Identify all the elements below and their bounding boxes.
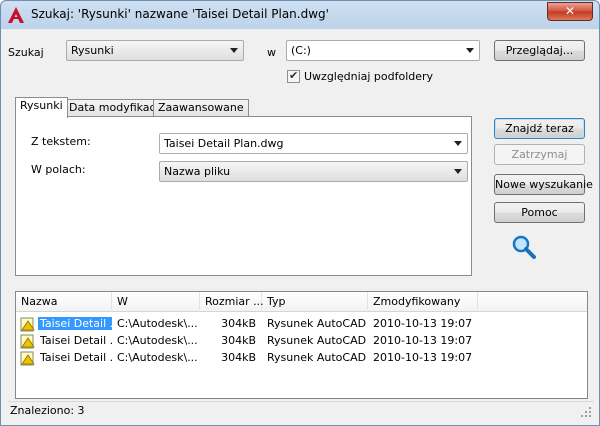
table-row[interactable]: Taisei Detail ... C:\Autodesk\... 304kB … [16, 333, 587, 350]
dwg-file-icon [20, 334, 35, 349]
stop-button[interactable]: Zatrzymaj [494, 144, 585, 165]
browse-button[interactable]: Przeglądaj... [494, 40, 585, 61]
window-title: Szukaj: 'Rysunki' nazwane 'Taisei Detail… [31, 7, 329, 21]
scope-value: Rysunki [71, 44, 114, 57]
results-list[interactable]: Nazwa W Rozmiar ... Typ Zmodyfikowany Ta… [15, 291, 588, 399]
column-header-folder[interactable]: W [112, 292, 200, 312]
result-type: Rysunek AutoCAD [267, 317, 367, 330]
tab-zaawansowane[interactable]: Zaawansowane [153, 99, 249, 117]
chevron-down-icon [230, 48, 238, 53]
subfolders-label: Uwzględniaj podfoldery [304, 70, 434, 83]
chevron-down-icon [466, 48, 474, 53]
dwg-file-icon [20, 317, 35, 332]
fields-value: Nazwa pliku [164, 165, 231, 178]
found-count: Znaleziono: 3 [10, 404, 85, 417]
result-name: Taisei Detail ... [38, 317, 112, 330]
result-modified: 2010-10-13 19:07 [373, 334, 473, 347]
result-type: Rysunek AutoCAD [267, 334, 367, 347]
column-header-name[interactable]: Nazwa [16, 292, 112, 312]
text-input[interactable]: Taisei Detail Plan.dwg [159, 133, 468, 154]
subfolders-checkbox[interactable]: ✔ [287, 69, 300, 83]
help-button[interactable]: Pomoc [494, 202, 585, 223]
result-size: 304kB [221, 351, 256, 364]
title-bar[interactable]: Szukaj: 'Rysunki' nazwane 'Taisei Detail… [1, 1, 599, 29]
table-row[interactable]: Taisei Detail ... C:\Autodesk\... 304kB … [16, 350, 587, 367]
tab-rysunki[interactable]: Rysunki [15, 97, 68, 118]
autocad-logo-icon [8, 7, 24, 23]
location-value: (C:) [291, 44, 311, 57]
new-search-button[interactable]: Nowe wyszukanie [494, 174, 593, 195]
result-folder: C:\Autodesk\... [117, 351, 198, 364]
result-folder: C:\Autodesk\... [117, 317, 198, 330]
resize-grip-icon[interactable] [580, 406, 592, 418]
result-type: Rysunek AutoCAD [267, 351, 367, 364]
dwg-file-icon [20, 351, 35, 366]
status-bar: Znaleziono: 3 [8, 401, 594, 419]
tab-data-modyfikacji[interactable]: Data modyfikacji [64, 99, 167, 117]
find-now-button[interactable]: Znajdź teraz [494, 118, 585, 139]
result-size: 304kB [221, 317, 256, 330]
location-dropdown[interactable]: (C:) [286, 40, 480, 61]
result-modified: 2010-10-13 19:07 [373, 317, 473, 330]
result-folder: C:\Autodesk\... [117, 334, 198, 347]
text-label: Z tekstem: [31, 135, 91, 148]
fields-dropdown[interactable]: Nazwa pliku [159, 161, 468, 182]
result-size: 304kB [221, 334, 256, 347]
find-dialog-window: Szukaj: 'Rysunki' nazwane 'Taisei Detail… [0, 0, 600, 426]
column-header-size[interactable]: Rozmiar ... [200, 292, 264, 312]
column-header-type[interactable]: Typ [262, 292, 368, 312]
result-name: Taisei Detail ... [40, 334, 112, 347]
column-header-modified[interactable]: Zmodyfikowany [368, 292, 478, 312]
chevron-down-icon [454, 169, 462, 174]
results-header: Nazwa W Rozmiar ... Typ Zmodyfikowany [16, 292, 587, 312]
scope-label: Szukaj [8, 46, 44, 59]
result-modified: 2010-10-13 19:07 [373, 351, 473, 364]
location-label: w [267, 46, 276, 59]
fields-label: W polach: [31, 163, 86, 176]
tab-panel-rysunki: Z tekstem: Taisei Detail Plan.dwg W pola… [15, 116, 472, 276]
table-row[interactable]: Taisei Detail ... C:\Autodesk\... 304kB … [16, 316, 587, 333]
result-name: Taisei Detail ... [40, 351, 112, 364]
text-value: Taisei Detail Plan.dwg [164, 137, 284, 150]
chevron-down-icon [454, 141, 462, 146]
magnifier-icon [512, 235, 536, 259]
scope-dropdown[interactable]: Rysunki [66, 40, 244, 61]
dialog-body: Szukaj Rysunki w (C:) Przeglądaj... ✔ Uw… [8, 29, 594, 419]
close-button[interactable]: ✕ [547, 2, 593, 21]
checkmark-icon: ✔ [289, 69, 299, 82]
